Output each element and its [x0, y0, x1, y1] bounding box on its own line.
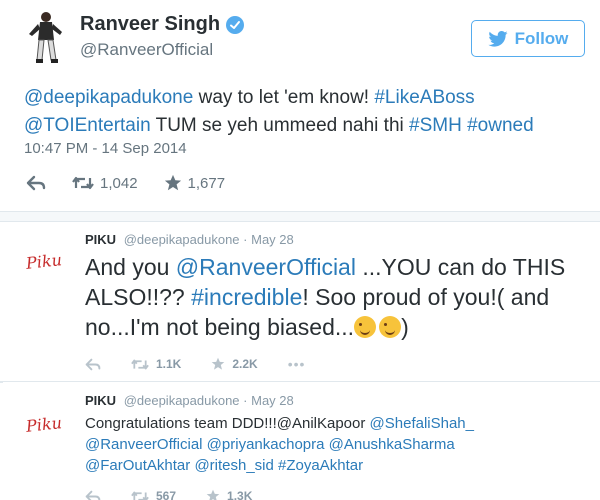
retweet-count: 1,042 — [100, 174, 138, 192]
reply-actions: 1.1K 2.2K ••• — [85, 356, 335, 372]
reply-icon — [26, 175, 46, 191]
mention-link[interactable]: @RanveerOfficial — [176, 254, 356, 280]
reply-display-name[interactable]: PIKU — [85, 232, 116, 247]
mention-link[interactable]: @FarOutAkhtar — [85, 457, 190, 474]
reply-button[interactable] — [26, 175, 46, 191]
tweet-text-segment: TUM se yeh ummeed nahi thi — [150, 115, 410, 136]
avatar[interactable] — [24, 10, 68, 64]
hashtag-link[interactable]: #LikeABoss — [374, 87, 474, 108]
reply-icon — [85, 358, 101, 370]
follow-button[interactable]: Follow — [471, 20, 585, 57]
reply-date[interactable]: · May 28 — [243, 393, 294, 408]
mention-link[interactable]: @ritesh_sid — [194, 457, 273, 474]
mention-link[interactable]: @ShefaliShah_ — [370, 415, 474, 432]
mention-link[interactable]: @TOIEntertain — [24, 115, 151, 136]
hashtag-link[interactable]: #ZoyaAkhtar — [278, 457, 363, 474]
reply-tweet: Piku PIKU @deepikapadukone · May 28 And … — [0, 222, 600, 382]
favorite-count: 1,677 — [187, 174, 226, 192]
retweet-count: 567 — [156, 489, 177, 500]
twitter-bird-icon — [487, 30, 508, 47]
star-icon — [206, 489, 220, 500]
avatar[interactable]: Piku — [25, 413, 63, 436]
retweet-icon — [131, 359, 149, 369]
retweet-button[interactable]: 1,042 — [72, 175, 138, 192]
reply-tweet: Piku PIKU @deepikapadukone · May 28 Cong… — [0, 383, 600, 500]
favorite-count: 2.2K — [232, 357, 258, 371]
winking-face-emoji-icon — [354, 316, 377, 338]
reply-header: PIKU @deepikapadukone · May 28 — [85, 393, 294, 408]
reply-display-name[interactable]: PIKU — [85, 393, 116, 408]
display-name[interactable]: Ranveer Singh — [80, 13, 220, 36]
reply-icon — [85, 490, 101, 500]
mention-link[interactable]: @deepikapadukone — [24, 87, 193, 108]
retweet-icon — [131, 491, 149, 500]
tweet-text-segment: And you — [85, 254, 176, 280]
mention-link[interactable]: @RanveerOfficial — [85, 436, 203, 453]
reply-button[interactable] — [85, 358, 101, 371]
author-block: Ranveer Singh @RanveerOfficial — [80, 13, 245, 60]
reply-handle[interactable]: @deepikapadukone — [124, 232, 240, 247]
avatar[interactable]: Piku — [25, 250, 63, 273]
reply-date[interactable]: · May 28 — [243, 232, 294, 247]
reply-text: And you @RanveerOfficial ...YOU can do T… — [85, 254, 566, 340]
retweet-button[interactable]: 1.1K — [131, 357, 181, 371]
yum-face-emoji-icon — [379, 316, 402, 338]
reply-text: Congratulations team DDD!!!@AnilKapoor @… — [85, 413, 595, 476]
more-options-button[interactable]: ••• — [288, 356, 306, 372]
timestamp[interactable]: 10:47 PM - 14 Sep 2014 — [24, 140, 187, 157]
reply-actions: 567 1.3K — [85, 489, 282, 500]
tweet-actions: 1,042 1,677 — [26, 174, 251, 192]
star-icon — [212, 357, 225, 370]
favorite-button[interactable]: 1,677 — [164, 174, 226, 192]
favorite-count: 1.3K — [227, 489, 253, 500]
favorite-button[interactable]: 2.2K — [211, 357, 258, 371]
star-icon — [164, 174, 181, 191]
tweet-text-segment: Congratulations team DDD!!!@AnilKapoor — [85, 415, 370, 432]
retweet-icon — [72, 176, 94, 190]
hashtag-link[interactable]: #owned — [467, 115, 534, 136]
reply-button[interactable] — [85, 490, 101, 500]
mention-link[interactable]: @priyankachopra — [207, 436, 325, 453]
mention-link[interactable]: @AnushkaSharma — [329, 436, 455, 453]
main-tweet: Ranveer Singh @RanveerOfficial Follow @d… — [0, 0, 600, 212]
hashtag-link[interactable]: #SMH — [409, 115, 462, 136]
follow-label: Follow — [514, 28, 569, 48]
favorite-button[interactable]: 1.3K — [206, 489, 252, 500]
tweet-text: @deepikapadukone way to let 'em know! #L… — [24, 84, 584, 140]
reply-handle[interactable]: @deepikapadukone — [124, 393, 240, 408]
tweet-text-segment: way to let 'em know! — [193, 87, 375, 108]
reply-header: PIKU @deepikapadukone · May 28 — [85, 232, 294, 247]
handle[interactable]: @RanveerOfficial — [80, 40, 244, 60]
verified-badge-icon — [226, 15, 245, 34]
retweet-button[interactable]: 567 — [131, 489, 176, 500]
retweet-count: 1.1K — [156, 357, 182, 371]
hashtag-link[interactable]: #incredible — [191, 284, 302, 310]
tweet-divider — [0, 212, 600, 222]
